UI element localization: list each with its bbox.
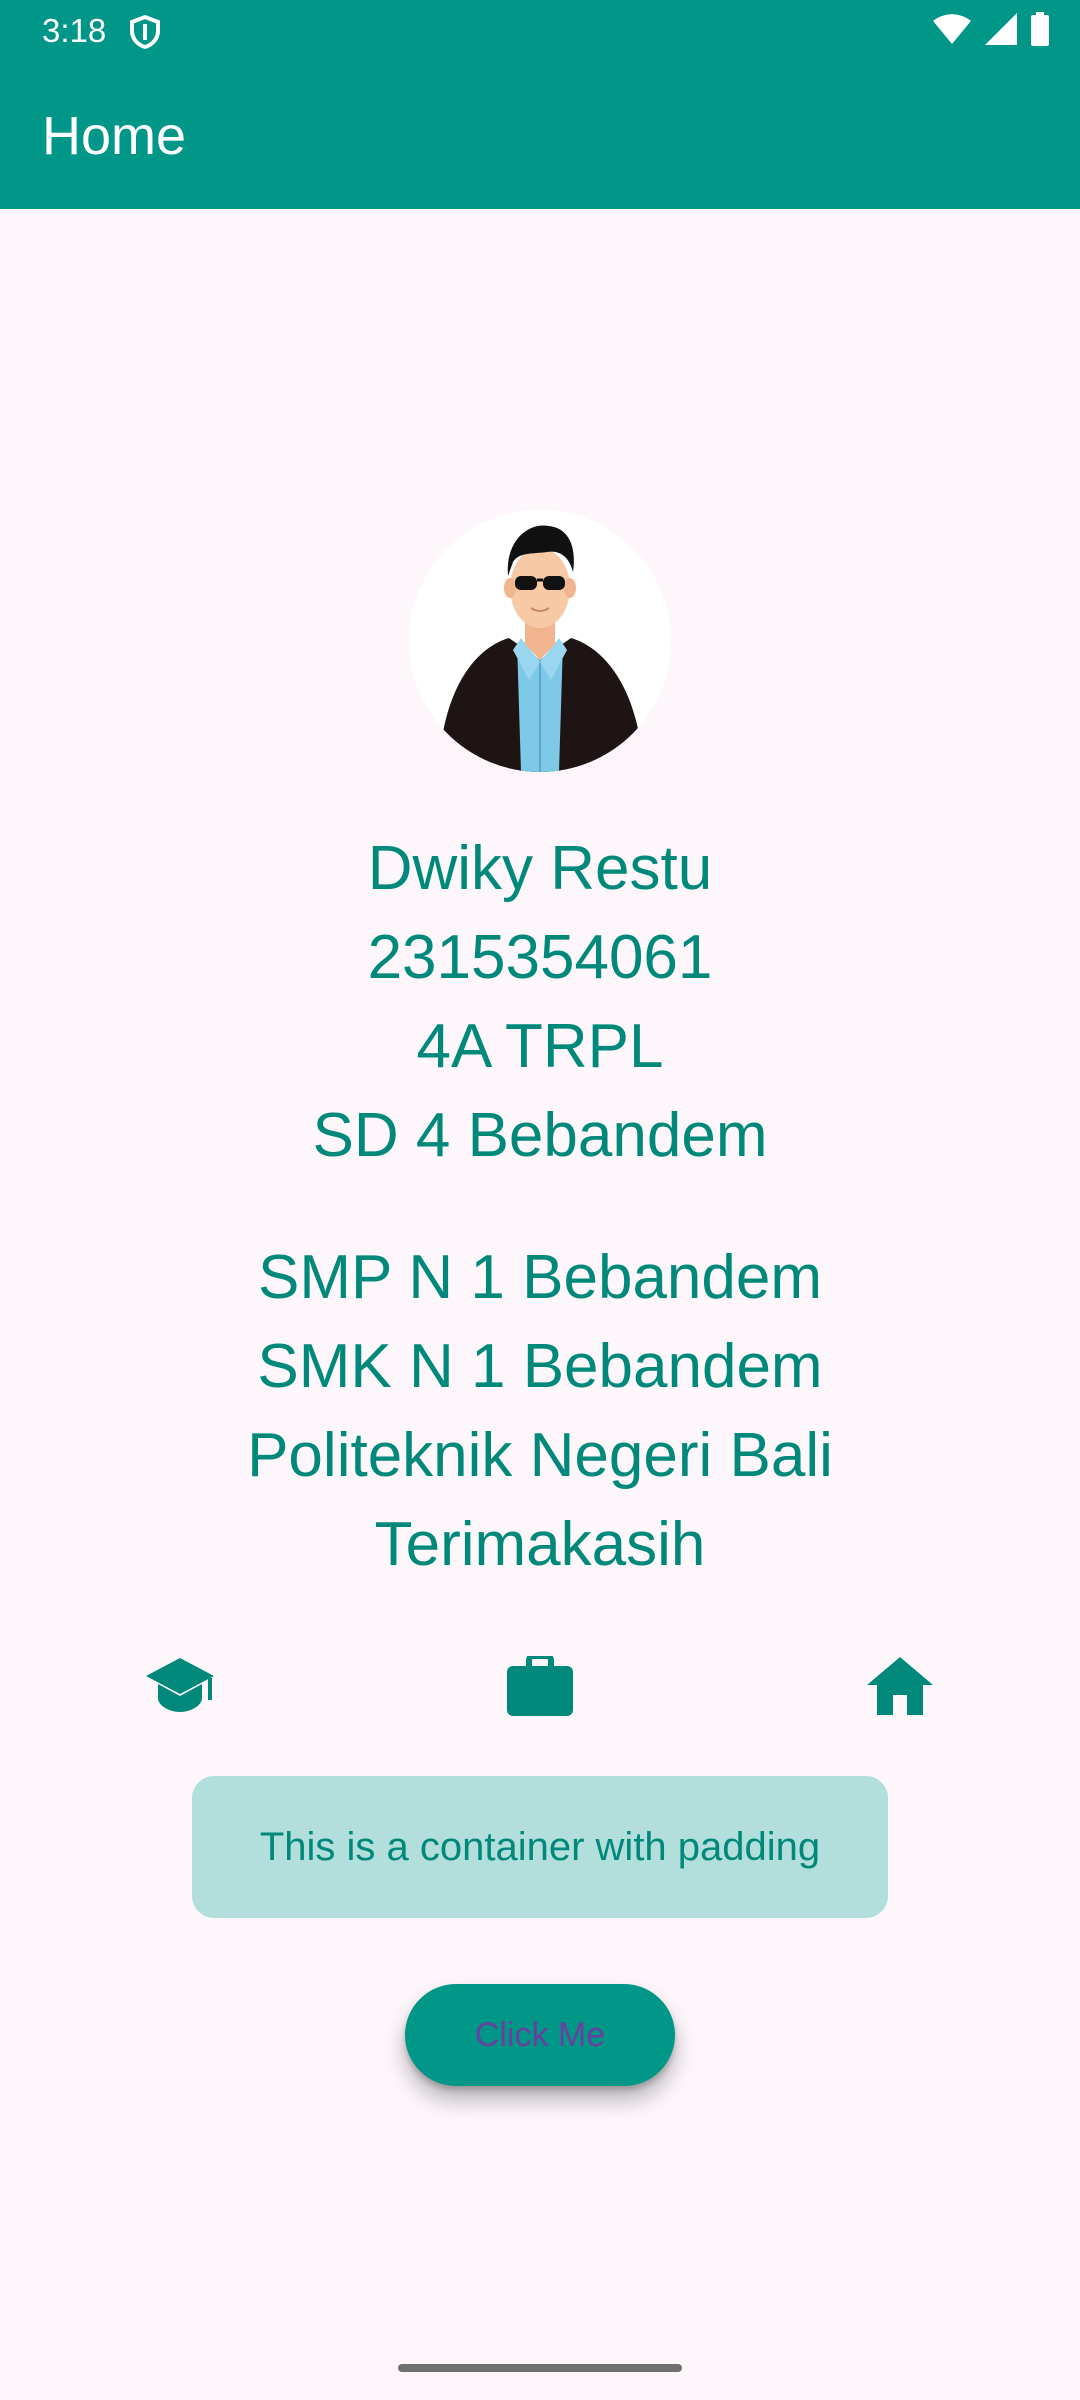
profile-college: Politeknik Negeri Bali	[247, 1421, 833, 1490]
profile-school-sd: SD 4 Bebandem	[312, 1101, 768, 1170]
profile-name: Dwiky Restu	[367, 834, 713, 903]
profile-school-smp: SMP N 1 Bebandem	[257, 1243, 823, 1312]
school-icon	[140, 1650, 220, 1722]
status-bar: 3:18	[0, 0, 1080, 62]
avatar-illustration	[409, 510, 671, 772]
profile-nim: 2315354061	[367, 923, 713, 992]
status-icons	[932, 11, 1050, 51]
status-time: 3:18	[42, 12, 107, 49]
work-icon	[500, 1650, 580, 1722]
icon-row	[0, 1650, 1080, 1722]
container-text: This is a container with padding	[259, 1824, 821, 1869]
app-bar: Home	[0, 62, 1080, 209]
padded-container: This is a container with padding	[192, 1776, 888, 1918]
profile-info-top: Dwiky Restu 2315354061 4A TRPL SD 4 Beba…	[0, 824, 1080, 1180]
avatar	[409, 510, 671, 772]
signal-icon	[984, 12, 1018, 51]
click-me-button[interactable]: Click Me	[405, 1984, 675, 2086]
home-icon	[860, 1650, 940, 1722]
profile-thanks: Terimakasih	[374, 1510, 706, 1579]
wifi-icon	[932, 13, 972, 50]
profile-class: 4A TRPL	[416, 1012, 664, 1081]
profile-school-smk: SMK N 1 Bebandem	[257, 1332, 823, 1401]
home-indicator[interactable]	[398, 2364, 682, 2372]
shield-icon	[128, 14, 162, 50]
page-title: Home	[42, 106, 187, 166]
battery-icon	[1030, 11, 1050, 51]
profile-info-bottom: SMP N 1 Bebandem SMK N 1 Bebandem Polite…	[0, 1233, 1080, 1589]
